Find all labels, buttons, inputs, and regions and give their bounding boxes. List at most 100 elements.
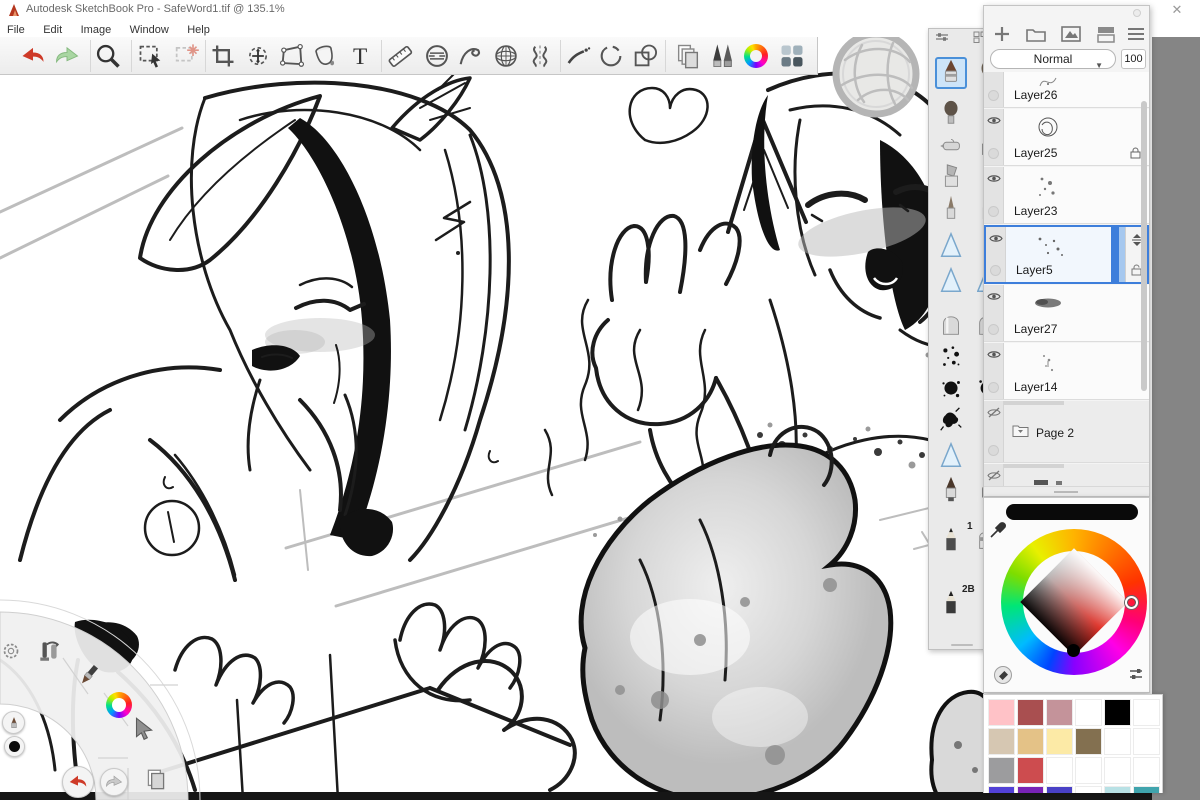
- menu-image[interactable]: Image: [74, 23, 119, 36]
- crop-tool[interactable]: [209, 42, 237, 70]
- lasso-move-tool[interactable]: [244, 42, 272, 70]
- brush-smudge-triangle-2[interactable]: [935, 264, 967, 296]
- brush-splat-round[interactable]: [935, 373, 967, 405]
- shapes-tool[interactable]: [631, 42, 659, 70]
- circle-tool[interactable]: [597, 42, 625, 70]
- eyedropper-icon[interactable]: [990, 522, 1006, 538]
- layers-panel-footer[interactable]: [984, 486, 1149, 496]
- lagoon-color[interactable]: [106, 692, 132, 718]
- brush-marker[interactable]: [935, 130, 967, 162]
- french-curve-tool[interactable]: [456, 42, 484, 70]
- layer-visibility-cell[interactable]: [984, 343, 1004, 399]
- layer-row[interactable]: Layer23: [984, 167, 1149, 224]
- symmetry-tool[interactable]: [526, 42, 554, 70]
- layer-visibility-cell[interactable]: [984, 167, 1004, 223]
- panel-collapse-button[interactable]: [1133, 9, 1141, 17]
- color-swatch[interactable]: [1104, 728, 1131, 755]
- color-swatch[interactable]: [988, 728, 1015, 755]
- layer-visibility-cell[interactable]: [986, 227, 1006, 282]
- brush-smudge-triangle-3[interactable]: [935, 439, 967, 471]
- lagoon-settings[interactable]: [0, 638, 24, 664]
- color-swatch[interactable]: [1046, 728, 1073, 755]
- redo-button[interactable]: [53, 42, 81, 70]
- add-layer-button[interactable]: [990, 22, 1014, 46]
- lagoon-layers-button[interactable]: [143, 767, 169, 793]
- lagoon-brush[interactable]: [76, 662, 102, 688]
- brush-paintbrush-selected[interactable]: [935, 57, 967, 89]
- current-color-swatch[interactable]: [1006, 504, 1138, 520]
- stroke-tool[interactable]: [564, 42, 592, 70]
- layer-opacity-field[interactable]: 100: [1121, 49, 1146, 69]
- lagoon-cursor[interactable]: [130, 715, 156, 741]
- brush-fine-liner[interactable]: [935, 193, 967, 225]
- menu-help[interactable]: Help: [180, 23, 217, 36]
- lagoon-redo-button[interactable]: [100, 768, 128, 796]
- color-swatch[interactable]: [1046, 786, 1073, 793]
- color-swatch[interactable]: [1104, 757, 1131, 784]
- color-swatch[interactable]: [1017, 757, 1044, 784]
- layer-row[interactable]: Layer26: [984, 72, 1149, 108]
- transform-tool[interactable]: [278, 42, 306, 70]
- layer-row[interactable]: Layer25: [984, 109, 1149, 166]
- swatch-grid-button[interactable]: [778, 42, 806, 70]
- undo-button[interactable]: [19, 42, 47, 70]
- layer-visibility-cell[interactable]: [984, 285, 1004, 341]
- layer-visibility-cell[interactable]: [984, 401, 1004, 462]
- color-swatch[interactable]: [1075, 699, 1102, 726]
- color-wheel-button[interactable]: [742, 42, 770, 70]
- group-folder-icon[interactable]: [1012, 423, 1029, 437]
- color-swatch[interactable]: [1133, 757, 1160, 784]
- layer-row[interactable]: Layer27: [984, 285, 1149, 342]
- brush-splatter-dots[interactable]: [935, 341, 967, 373]
- menu-edit[interactable]: Edit: [36, 23, 69, 36]
- lagoon-tools[interactable]: [36, 638, 62, 664]
- copic-library-button[interactable]: [994, 666, 1012, 684]
- color-swatch[interactable]: [1075, 757, 1102, 784]
- fill-tool[interactable]: [311, 42, 339, 70]
- layers-panel-titlebar[interactable]: [984, 6, 1149, 19]
- color-swatch[interactable]: [1046, 757, 1073, 784]
- import-image-button[interactable]: [1059, 22, 1083, 46]
- color-swatch[interactable]: [988, 757, 1015, 784]
- palette-resize-handle[interactable]: [951, 644, 973, 646]
- text-tool[interactable]: T: [346, 42, 374, 70]
- deselect-tool[interactable]: [172, 42, 200, 70]
- color-sliders-icon[interactable]: [1128, 666, 1144, 682]
- brush-chisel-marker[interactable]: [935, 161, 967, 193]
- layers-scrollbar[interactable]: [1141, 101, 1147, 391]
- brush-settings-icon[interactable]: [935, 31, 949, 43]
- perspective-tool[interactable]: [492, 42, 520, 70]
- select-tool[interactable]: [137, 42, 165, 70]
- lagoon-undo-button[interactable]: [62, 766, 94, 798]
- menu-file[interactable]: File: [0, 23, 32, 36]
- color-swatch[interactable]: [1075, 786, 1102, 793]
- color-swatch[interactable]: [1133, 699, 1160, 726]
- blend-mode-dropdown[interactable]: Normal ▼: [990, 49, 1116, 69]
- ellipse-guide-tool[interactable]: [423, 42, 451, 70]
- color-swatch[interactable]: [1046, 699, 1073, 726]
- layer-visibility-cell[interactable]: [984, 109, 1004, 165]
- layer-row-selected[interactable]: Layer5: [984, 225, 1149, 284]
- close-button[interactable]: ✕: [1168, 2, 1186, 18]
- brush-pencil-fine[interactable]: [935, 524, 967, 556]
- color-swatch[interactable]: [1017, 728, 1044, 755]
- hue-selector[interactable]: [1125, 596, 1138, 609]
- lagoon-pen-button[interactable]: [2, 711, 25, 734]
- brush-smudge-triangle-1[interactable]: [935, 229, 967, 261]
- lagoon-color-dot-button[interactable]: [4, 736, 25, 757]
- brush-eraser[interactable]: [935, 309, 967, 341]
- color-swatch[interactable]: [988, 699, 1015, 726]
- color-swatch[interactable]: [1017, 786, 1044, 793]
- color-swatch[interactable]: [1133, 786, 1160, 793]
- layer-visibility-cell[interactable]: [984, 72, 1004, 107]
- brush-round-soft[interactable]: [935, 97, 967, 129]
- value-selector[interactable]: [1067, 644, 1080, 657]
- brush-ink[interactable]: [935, 474, 967, 506]
- layer-group-button[interactable]: [1024, 22, 1048, 46]
- color-swatch[interactable]: [988, 786, 1015, 793]
- color-swatch[interactable]: [1104, 786, 1131, 793]
- color-swatch[interactable]: [1133, 728, 1160, 755]
- layer-style-button[interactable]: [1094, 22, 1118, 46]
- color-swatch[interactable]: [1104, 699, 1131, 726]
- ruler-tool[interactable]: [386, 42, 414, 70]
